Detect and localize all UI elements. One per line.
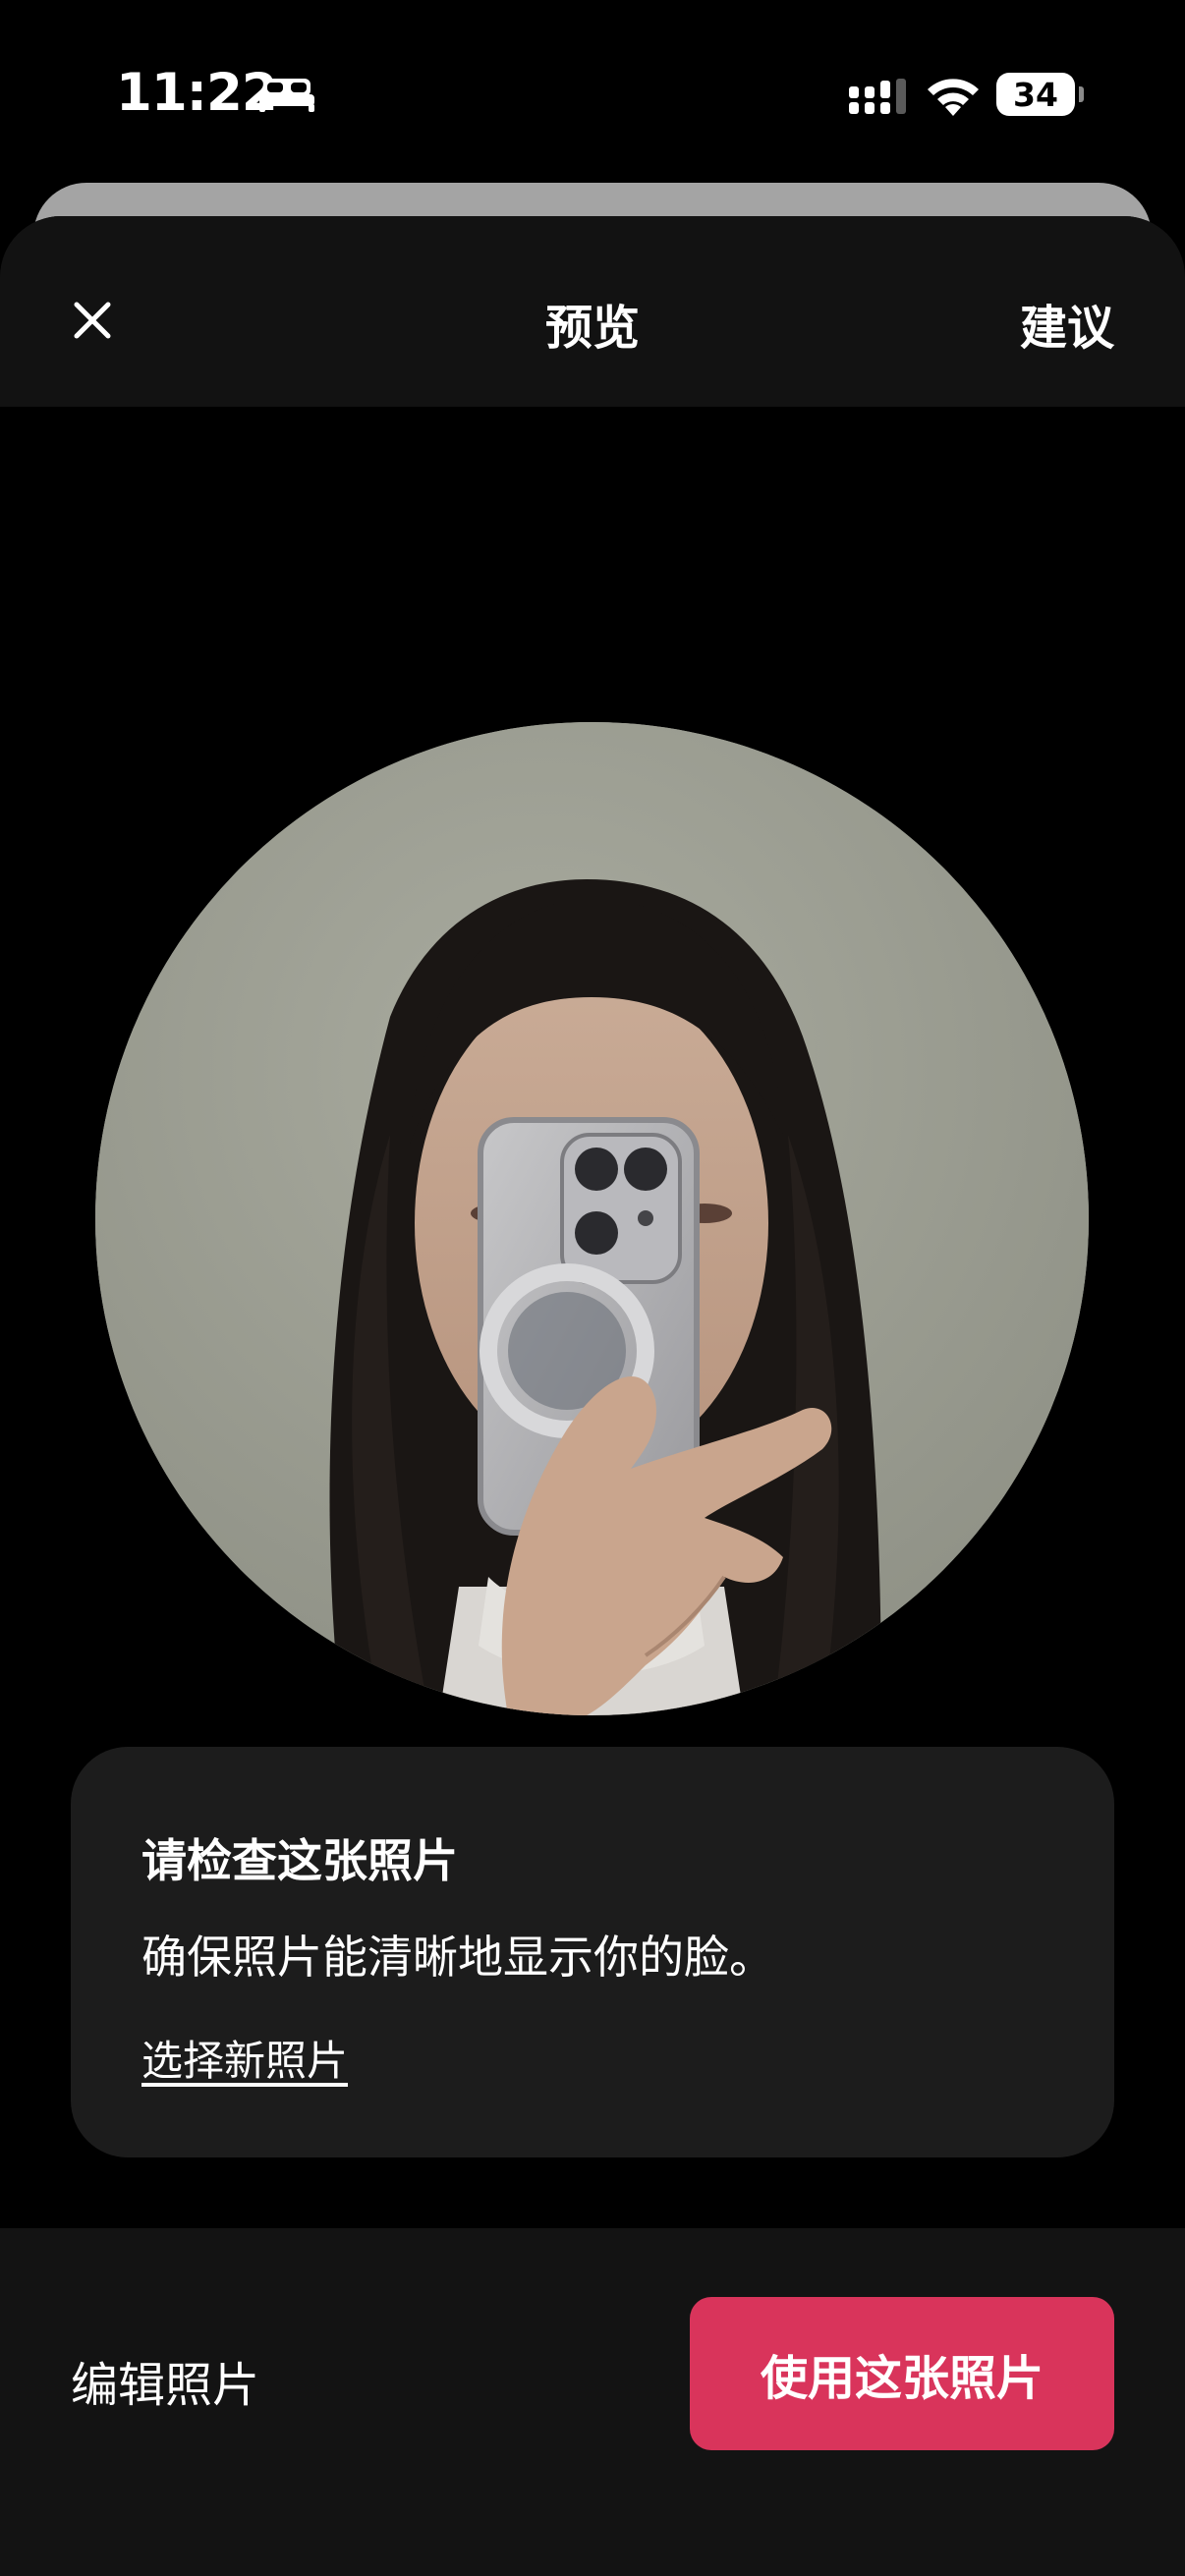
wifi-icon — [928, 79, 979, 116]
bottom-action-bar: 编辑照片 使用这张照片 — [0, 2228, 1185, 2576]
preview-sheet: 预览 建议 请检查这张照片 确保照片能清晰地显示你的脸。 选择新照片 编辑照片 … — [0, 216, 1185, 2576]
card-description: 确保照片能清晰地显示你的脸。 — [141, 1931, 774, 1984]
page-title: 预览 — [544, 301, 640, 356]
status-time: 11:22 — [116, 63, 278, 123]
battery-icon: 34 — [996, 73, 1084, 116]
bed-icon — [259, 79, 314, 112]
selfie-photo — [95, 722, 1089, 1715]
choose-new-photo-link[interactable]: 选择新照片 — [141, 2028, 348, 2088]
battery-cap — [1079, 86, 1084, 102]
card-title: 请检查这张照片 — [141, 1834, 458, 1887]
use-this-photo-button[interactable]: 使用这张照片 — [690, 2297, 1114, 2450]
status-bar: 11:22 34 — [0, 0, 1185, 187]
cellular-signal-icon — [849, 79, 906, 114]
sheet-header: 预览 建议 — [0, 216, 1185, 407]
battery-level: 34 — [996, 73, 1075, 116]
photo-check-card: 请检查这张照片 确保照片能清晰地显示你的脸。 选择新照片 — [71, 1747, 1114, 2157]
profile-photo-preview — [95, 722, 1089, 1715]
edit-photo-button[interactable]: 编辑照片 — [71, 2346, 259, 2415]
suggestions-button[interactable]: 建议 — [1020, 289, 1114, 358]
